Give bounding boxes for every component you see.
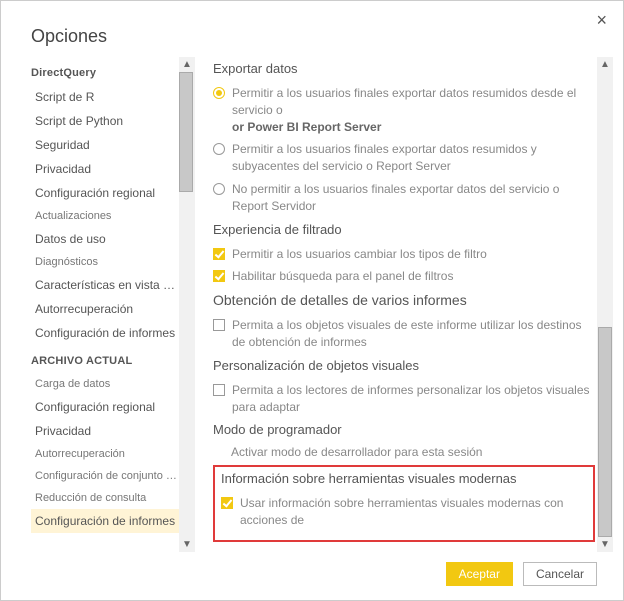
cancel-button[interactable]: Cancelar xyxy=(523,562,597,586)
sidebar-item-regional-file[interactable]: Configuración regional xyxy=(31,395,179,419)
section-personalize-title: Personalización de objetos visuales xyxy=(213,354,595,379)
export-option-2-label: Permitir a los usuarios finales exportar… xyxy=(232,141,595,175)
checkbox-icon[interactable] xyxy=(221,497,233,509)
sidebar-group-file: ARCHIVO ACTUAL xyxy=(31,345,179,373)
sidebar-item-query-reduction[interactable]: Reducción de consulta xyxy=(31,487,179,509)
dialog-body: DirectQuery Script de R Script de Python… xyxy=(1,57,623,552)
export-option-1-pre: Permitir a los usuarios finales exportar… xyxy=(232,86,576,117)
sidebar: DirectQuery Script de R Script de Python… xyxy=(31,57,179,552)
modern-tooltips-check-label: Usar información sobre herramientas visu… xyxy=(240,495,587,529)
sidebar-item-autorecovery-file[interactable]: Autorrecuperación xyxy=(31,443,179,465)
sidebar-item-usage-data[interactable]: Datos de uso xyxy=(31,227,179,251)
content-container: Exportar datos Permitir a los usuarios f… xyxy=(201,57,613,552)
chevron-down-icon[interactable]: ▼ xyxy=(182,537,192,552)
sidebar-container: DirectQuery Script de R Script de Python… xyxy=(31,57,195,552)
radio-icon[interactable] xyxy=(213,87,225,99)
section-crossreport-title: Obtención de detalles de varios informes xyxy=(213,288,595,314)
sidebar-item-python-script[interactable]: Script de Python xyxy=(31,109,179,133)
export-option-1-bold: or Power BI Report Server xyxy=(232,120,381,134)
sidebar-item-r-script[interactable]: Script de R xyxy=(31,85,179,109)
checkbox-icon[interactable] xyxy=(213,248,225,260)
close-button[interactable]: × xyxy=(590,7,613,33)
checkbox-icon[interactable] xyxy=(213,319,225,331)
radio-icon[interactable] xyxy=(213,143,225,155)
section-filter-title: Experiencia de filtrado xyxy=(213,218,595,243)
radio-icon[interactable] xyxy=(213,183,225,195)
filter-check-search[interactable]: Habilitar búsqueda para el panel de filt… xyxy=(213,265,595,288)
modern-tooltips-highlight: Información sobre herramientas visuales … xyxy=(213,465,595,542)
dialog-footer: Aceptar Cancelar xyxy=(1,552,623,600)
sidebar-item-privacy[interactable]: Privacidad xyxy=(31,157,179,181)
filter-check-search-label: Habilitar búsqueda para el panel de filt… xyxy=(232,268,595,285)
checkbox-icon[interactable] xyxy=(213,270,225,282)
sidebar-item-published-dataset[interactable]: Configuración de conjunto de datos publi… xyxy=(31,465,179,487)
filter-check-types-label: Permitir a los usuarios cambiar los tipo… xyxy=(232,246,595,263)
content-scroll-track[interactable] xyxy=(597,72,613,537)
sidebar-item-autorecovery[interactable]: Autorrecuperación xyxy=(31,297,179,321)
export-option-1[interactable]: Permitir a los usuarios finales exportar… xyxy=(213,82,595,138)
content-panel: Exportar datos Permitir a los usuarios f… xyxy=(201,57,613,552)
sidebar-item-report-settings-global[interactable]: Configuración de informes xyxy=(31,321,179,345)
crossreport-check-label: Permita a los objetos visuales de este i… xyxy=(232,317,595,351)
sidebar-scrollbar[interactable]: ▲ ▼ xyxy=(179,57,195,552)
devmode-activate-label: Activar modo de desarrollador para esta … xyxy=(213,443,595,463)
sidebar-item-updates[interactable]: Actualizaciones xyxy=(31,205,179,227)
modern-tooltips-check[interactable]: Usar información sobre herramientas visu… xyxy=(221,492,587,532)
sidebar-scroll-thumb[interactable] xyxy=(179,72,193,192)
sidebar-item-privacy-file[interactable]: Privacidad xyxy=(31,419,179,443)
export-option-3[interactable]: No permitir a los usuarios finales expor… xyxy=(213,178,595,218)
sidebar-item-diagnostics[interactable]: Diagnósticos xyxy=(31,251,179,273)
sidebar-item-preview-features[interactable]: Características en vista previa xyxy=(31,273,179,297)
personalize-check-label: Permita a los lectores de informes perso… xyxy=(232,382,595,416)
checkbox-icon[interactable] xyxy=(213,384,225,396)
export-option-2[interactable]: Permitir a los usuarios finales exportar… xyxy=(213,138,595,178)
chevron-up-icon[interactable]: ▲ xyxy=(600,57,610,72)
content-scrollbar[interactable]: ▲ ▼ xyxy=(597,57,613,552)
sidebar-item-regional[interactable]: Configuración regional xyxy=(31,181,179,205)
chevron-up-icon[interactable]: ▲ xyxy=(182,57,192,72)
export-option-1-label: Permitir a los usuarios finales exportar… xyxy=(232,85,595,135)
section-devmode-title: Modo de programador xyxy=(213,418,595,443)
section-export-title: Exportar datos xyxy=(213,57,595,82)
ok-button[interactable]: Aceptar xyxy=(446,562,513,586)
sidebar-item-security[interactable]: Seguridad xyxy=(31,133,179,157)
sidebar-group-global: DirectQuery xyxy=(31,57,179,85)
section-modern-tooltips-title: Información sobre herramientas visuales … xyxy=(221,471,587,492)
personalize-check[interactable]: Permita a los lectores de informes perso… xyxy=(213,379,595,419)
export-option-3-label: No permitir a los usuarios finales expor… xyxy=(232,181,595,215)
dialog-title: Opciones xyxy=(1,1,623,57)
content-scroll-thumb[interactable] xyxy=(598,327,612,537)
sidebar-item-report-settings-file[interactable]: Configuración de informes xyxy=(31,509,179,533)
filter-check-types[interactable]: Permitir a los usuarios cambiar los tipo… xyxy=(213,243,595,266)
sidebar-item-data-load[interactable]: Carga de datos xyxy=(31,373,179,395)
options-dialog: × Opciones DirectQuery Script de R Scrip… xyxy=(0,0,624,601)
crossreport-check[interactable]: Permita a los objetos visuales de este i… xyxy=(213,314,595,354)
chevron-down-icon[interactable]: ▼ xyxy=(600,537,610,552)
